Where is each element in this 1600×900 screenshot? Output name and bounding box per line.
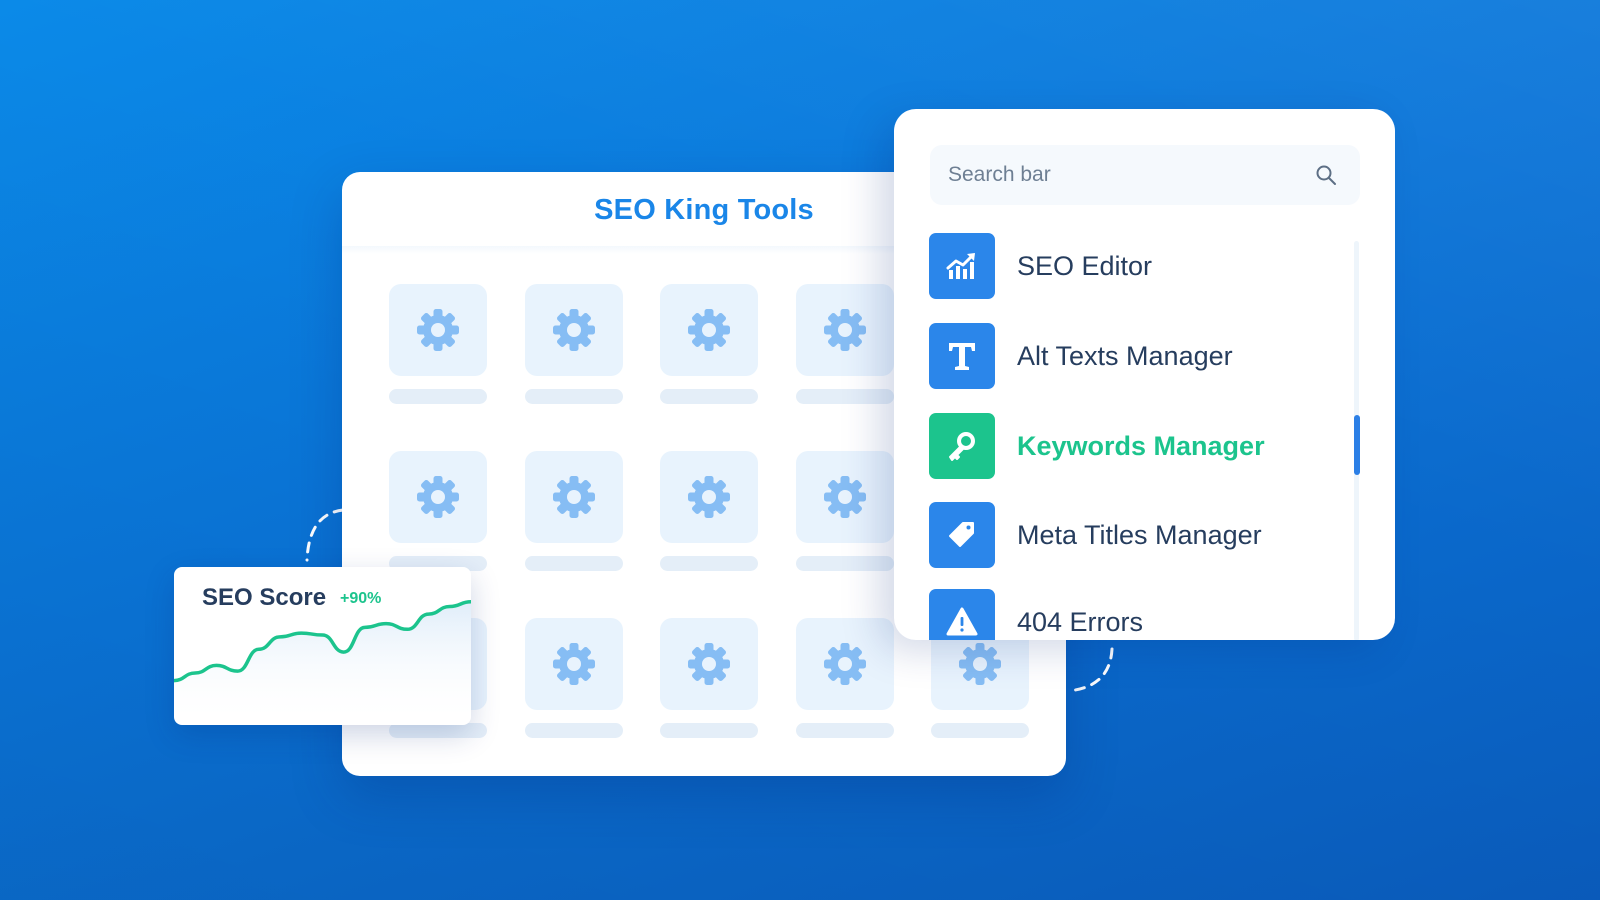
tool-tile[interactable] xyxy=(795,451,894,543)
tool-tile-label-placeholder xyxy=(660,723,758,738)
gear-icon xyxy=(413,305,463,355)
gear-icon xyxy=(955,639,1005,689)
list-item-seo-editor[interactable]: SEO Editor xyxy=(929,233,1152,299)
seo-score-delta: +90% xyxy=(340,590,382,607)
key-icon xyxy=(929,413,995,479)
tool-tile-label-placeholder xyxy=(524,723,623,738)
tool-tile-label-placeholder xyxy=(660,389,758,404)
search-icon[interactable] xyxy=(1314,163,1338,187)
tool-tile-label-placeholder xyxy=(389,389,487,404)
list-item-keywords-manager[interactable]: Keywords Manager xyxy=(929,413,1265,479)
gear-icon xyxy=(684,305,734,355)
tool-tile[interactable] xyxy=(524,451,623,543)
chart-growth-icon xyxy=(929,233,995,299)
gear-icon xyxy=(820,639,870,689)
tool-tile[interactable] xyxy=(660,284,758,376)
scrollbar-thumb[interactable] xyxy=(1354,415,1360,475)
list-item-404-errors[interactable]: 404 Errors xyxy=(929,589,1143,640)
tool-tile[interactable] xyxy=(389,451,487,543)
gear-icon xyxy=(820,305,870,355)
search-placeholder: Search bar xyxy=(948,163,1051,186)
seo-score-card: SEO Score +90% xyxy=(174,567,471,725)
tool-tile[interactable] xyxy=(660,451,758,543)
gear-icon xyxy=(820,472,870,522)
gear-icon xyxy=(684,472,734,522)
tool-tile-label-placeholder xyxy=(795,723,894,738)
tool-tile-label-placeholder xyxy=(389,723,487,738)
tag-icon xyxy=(929,502,995,568)
list-item-label: Meta Titles Manager xyxy=(1017,519,1262,550)
list-item-label: Alt Texts Manager xyxy=(1017,340,1233,371)
tool-tile[interactable] xyxy=(389,284,487,376)
tool-tile[interactable] xyxy=(524,284,623,376)
tool-tile[interactable] xyxy=(660,618,758,710)
list-item-meta-titles-manager[interactable]: Meta Titles Manager xyxy=(929,502,1262,568)
gear-icon xyxy=(684,639,734,689)
tool-tile-label-placeholder xyxy=(524,389,623,404)
list-item-alt-texts-manager[interactable]: Alt Texts Manager xyxy=(929,323,1233,389)
list-item-label: 404 Errors xyxy=(1017,606,1144,637)
warning-icon xyxy=(929,589,995,640)
decorative-dashed-arc-right xyxy=(1066,647,1114,693)
gear-icon xyxy=(549,472,599,522)
gear-icon xyxy=(549,639,599,689)
list-item-label: Keywords Manager xyxy=(1017,430,1265,461)
tool-tile[interactable] xyxy=(795,618,894,710)
tool-tile[interactable] xyxy=(524,618,623,710)
tool-tile-label-placeholder xyxy=(795,556,894,571)
text-t-icon xyxy=(929,323,995,389)
tool-tile-label-placeholder xyxy=(660,556,758,571)
seo-score-title: SEO Score xyxy=(202,584,327,611)
tools-list-panel: Search bar SEO Editor Alt Texts Manager xyxy=(894,109,1395,640)
search-input[interactable]: Search bar xyxy=(930,145,1360,205)
list-item-label: SEO Editor xyxy=(1017,250,1153,281)
tool-tile-label-placeholder xyxy=(931,723,1029,738)
tool-tile-label-placeholder xyxy=(795,389,894,404)
tool-tile-label-placeholder xyxy=(524,556,623,571)
trend-area xyxy=(174,601,471,725)
gear-icon xyxy=(549,305,599,355)
gear-icon xyxy=(413,472,463,522)
tool-tile[interactable] xyxy=(795,284,894,376)
